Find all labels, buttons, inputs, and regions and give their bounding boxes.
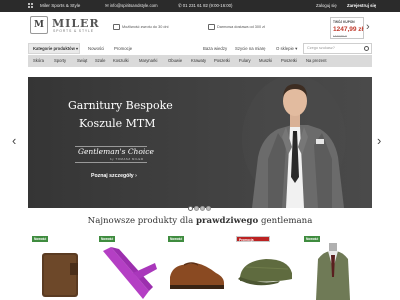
title-end: gentlemana [260, 216, 313, 226]
feature-returns: Możliwość zwrotu do 30 dni [113, 24, 168, 30]
categories-button[interactable]: Kategorie produktów ▾ [28, 43, 80, 54]
product-card[interactable]: Nowość [302, 236, 364, 300]
promo-box[interactable]: TWÓJ KUPON 1247,99 zł 1447,99 zł [330, 17, 364, 39]
logo-monogram: M [30, 16, 48, 34]
badge-new: Nowość [304, 236, 321, 242]
truck-icon [208, 24, 215, 30]
promo-next-arrow-icon[interactable]: › [366, 21, 370, 33]
shoe-image [170, 262, 224, 289]
feature-returns-text: Możliwość zwrotu do 30 dni [122, 25, 169, 29]
category-link[interactable]: Skóra [33, 55, 44, 67]
hero-brand-sub: by TOMASZ MILER [110, 157, 144, 161]
search-input[interactable]: Czego szukasz? [303, 43, 372, 54]
hero-model-image [242, 77, 346, 208]
slider-dot[interactable] [200, 206, 205, 211]
nav-about[interactable]: O sklepie ▾ [276, 43, 297, 54]
hero-title-line-2: Koszule MTM [79, 117, 156, 130]
title-bold: prawdziwego [195, 216, 259, 226]
promo-tag: TWÓJ KUPON [333, 20, 355, 24]
nav-made-to-measure[interactable]: Szycie na miarę [235, 43, 266, 54]
category-link[interactable]: Poszetki [281, 55, 297, 67]
promo-price: 1247,99 zł [333, 26, 364, 33]
logo-tagline: SPORTS & STYLE [53, 29, 94, 33]
store-brand-link[interactable]: Miler Sports & Style [40, 0, 80, 12]
contact-phone: ✆ 01 231 61 82 (9:00-16:00) [178, 3, 233, 8]
category-link[interactable]: Swiąt [77, 55, 87, 67]
category-link[interactable]: Szale [95, 55, 105, 67]
flat-cap-image [238, 259, 292, 286]
box-icon [113, 24, 120, 30]
search-placeholder: Czego szukasz? [307, 46, 335, 50]
categories-button-label: Kategorie produktów [33, 46, 75, 51]
product-card[interactable]: Nowość [166, 236, 228, 300]
slider-prev-arrow-icon[interactable]: ‹ [12, 133, 16, 148]
category-link[interactable]: Koszulki [113, 55, 129, 67]
slider-next-arrow-icon[interactable]: › [377, 133, 381, 148]
hero-brand-logo: Gentleman's Choice [78, 147, 154, 156]
top-bar: Miler Sports & Style ✉ info@spiritsandst… [0, 0, 400, 12]
main-nav: Kategorie produktów ▾ Nowości Promocje B… [28, 43, 372, 54]
products-section-title: Najnowsze produkty dla prawdziwego gentl… [0, 216, 400, 226]
category-link[interactable]: Na prezent [306, 55, 326, 67]
jacket-image [316, 243, 350, 300]
product-card[interactable]: Promocja [234, 236, 296, 300]
category-link[interactable]: Marynarki [139, 55, 157, 67]
category-link[interactable]: Muszki [259, 55, 272, 67]
category-link[interactable]: Sporty [54, 55, 66, 67]
category-link[interactable]: Poszetki [214, 55, 230, 67]
category-bar: Skóra Sporty Swiąt Szale Koszulki Maryna… [28, 55, 372, 67]
feature-delivery: Darmowa dostawa od 300 zł [208, 24, 265, 30]
product-card[interactable]: Nowość [97, 236, 159, 300]
slider-dot[interactable] [206, 206, 211, 211]
search-icon[interactable] [364, 46, 369, 51]
contact-email[interactable]: ✉ info@spiritsandstyle.com [105, 0, 158, 12]
title-regular: Najnowsze produkty dla [87, 216, 194, 226]
badge-new: Nowość [168, 236, 185, 242]
badge-promo: Promocja [236, 236, 270, 242]
hero-details-link[interactable]: Poznaj szczegóły › [91, 173, 137, 179]
category-link[interactable]: Fulary [239, 55, 251, 67]
nav-knowledge-base[interactable]: Baza wiedzy [203, 43, 227, 54]
wallet-image [42, 253, 78, 297]
hero-banner[interactable]: Garnitury Bespoke Koszule MTM Gentleman'… [28, 77, 372, 208]
category-link[interactable]: Obuwie [168, 55, 182, 67]
contact-email-text: info@spiritsandstyle.com [109, 3, 158, 8]
feature-delivery-text: Darmowa dostawa od 300 zł [217, 25, 265, 29]
hero-divider [75, 162, 147, 163]
login-link[interactable]: Zaloguj się [316, 0, 337, 12]
slider-dot[interactable] [188, 206, 193, 211]
promo-old-price: 1447,99 zł [333, 34, 347, 38]
nav-promotions[interactable]: Promocje [114, 43, 132, 54]
contact-phone-text: 01 231 61 82 (9:00-16:00) [182, 3, 233, 8]
nav-new[interactable]: Nowości [88, 43, 104, 54]
register-link[interactable]: Zarejestruj się [347, 0, 376, 12]
nav-about-label: O sklepie [276, 46, 294, 51]
apps-grid-icon[interactable] [28, 0, 35, 12]
product-card[interactable]: Nowość [30, 236, 92, 300]
badge-new: Nowość [99, 236, 116, 242]
tie-image [103, 247, 157, 299]
badge-new: Nowość [32, 236, 49, 242]
category-link[interactable]: Krawaty [191, 55, 206, 67]
slider-dot[interactable] [194, 206, 199, 211]
hero-title-line-1: Garnitury Bespoke [68, 99, 173, 112]
